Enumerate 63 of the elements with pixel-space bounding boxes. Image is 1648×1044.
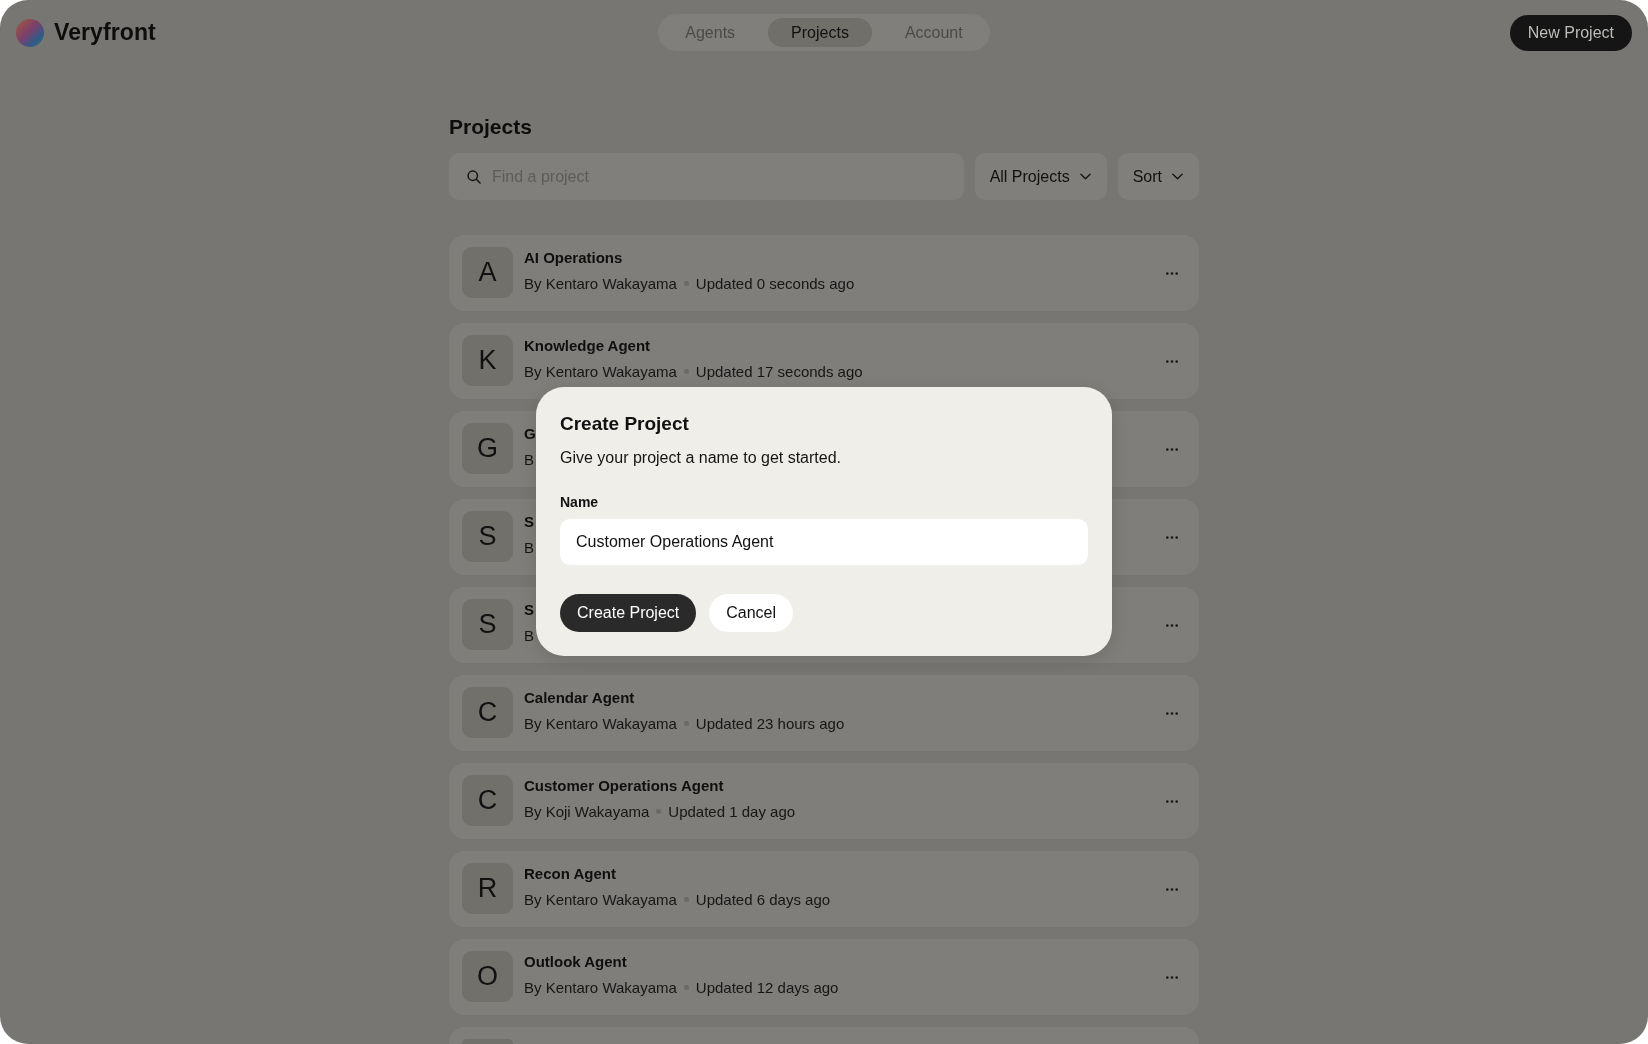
project-initial: S (462, 511, 513, 562)
project-author: B (524, 450, 534, 470)
project-card[interactable]: A AI Operations By Kentaro Wakayama Updated 0 seconds ago (449, 235, 1199, 311)
project-name: Calendar Agent (524, 688, 635, 708)
project-name: S (524, 600, 534, 620)
project-updated: Updated 0 seconds ago (695, 274, 855, 294)
project-card[interactable]: R Recon Agent By Kentaro Wakayama Updated 6 days ago (449, 851, 1199, 927)
more-icon[interactable] (1166, 447, 1178, 451)
project-author: B (524, 626, 534, 646)
project-name: Outlook Agent (524, 952, 627, 972)
project-initial: K (462, 335, 513, 386)
project-initial: R (462, 863, 513, 914)
project-author: B (524, 538, 534, 558)
project-updated: Updated 6 days ago (695, 890, 831, 910)
submit-button[interactable]: Create Project (560, 594, 697, 632)
project-author: By Kentaro Wakayama (524, 362, 677, 382)
project-updated: Updated 12 days ago (695, 978, 839, 998)
project-author: By Kentaro Wakayama (524, 890, 677, 910)
project-name: S (524, 512, 534, 532)
app-name: Veryfront (54, 19, 156, 46)
project-card[interactable]: C Customer Operations Agent By Koji Wakayama Updated 1 day ago (449, 763, 1199, 839)
project-updated: Updated 17 seconds ago (695, 362, 863, 382)
project-initial: A (462, 247, 513, 298)
project-initial: C (462, 775, 513, 826)
filter-dropdown[interactable]: Sort (1117, 153, 1199, 200)
more-icon[interactable] (1166, 271, 1178, 275)
more-icon[interactable] (1166, 623, 1178, 627)
project-author: By Koji Wakayama (524, 802, 650, 822)
more-icon[interactable] (1166, 711, 1178, 715)
project-initial: S (462, 599, 513, 650)
new-project-button[interactable]: New Project (1509, 14, 1632, 51)
project-name: Customer Operations Agent (524, 776, 724, 796)
project-initial: G (462, 423, 513, 474)
project-updated: Updated 23 hours ago (695, 714, 845, 734)
dialog-description: Give your project a name to get started. (560, 448, 843, 468)
project-name: G (524, 424, 536, 444)
more-icon[interactable] (1166, 975, 1178, 979)
project-name: Recon Agent (524, 864, 616, 884)
name-input[interactable]: Customer Operations Agent (560, 519, 1088, 565)
project-name: AI Operations (524, 248, 623, 268)
cancel-button[interactable]: Cancel (709, 594, 794, 632)
dialog-title: Create Project (560, 412, 690, 436)
more-icon[interactable] (1166, 799, 1178, 803)
project-card[interactable]: C Calendar Agent By Kentaro Wakayama Updated 23 hours ago (449, 675, 1199, 751)
project-initial: C (462, 687, 513, 738)
logo-icon (16, 18, 44, 47)
more-icon[interactable] (1166, 359, 1178, 363)
chevron-down-icon (1172, 173, 1183, 180)
more-icon[interactable] (1166, 887, 1178, 891)
project-author: By Kentaro Wakayama (524, 714, 677, 734)
nav-tab[interactable]: Projects (768, 18, 872, 47)
more-icon[interactable] (1166, 535, 1178, 539)
project-name: Knowledge Agent (524, 336, 651, 356)
project-card[interactable]: O Outlook Agent By Kentaro Wakayama Updated 12 days ago (449, 939, 1199, 1015)
field-label: Name (560, 493, 600, 511)
project-author: By Kentaro Wakayama (524, 274, 677, 294)
page-title: Projects (449, 114, 533, 140)
project-initial: O (462, 951, 513, 1002)
search-icon (467, 170, 481, 184)
filter-dropdown[interactable]: All Projects (974, 153, 1107, 200)
project-author: By Kentaro Wakayama (524, 978, 677, 998)
chevron-down-icon (1079, 173, 1091, 180)
project-updated: Updated 1 day ago (668, 802, 796, 822)
